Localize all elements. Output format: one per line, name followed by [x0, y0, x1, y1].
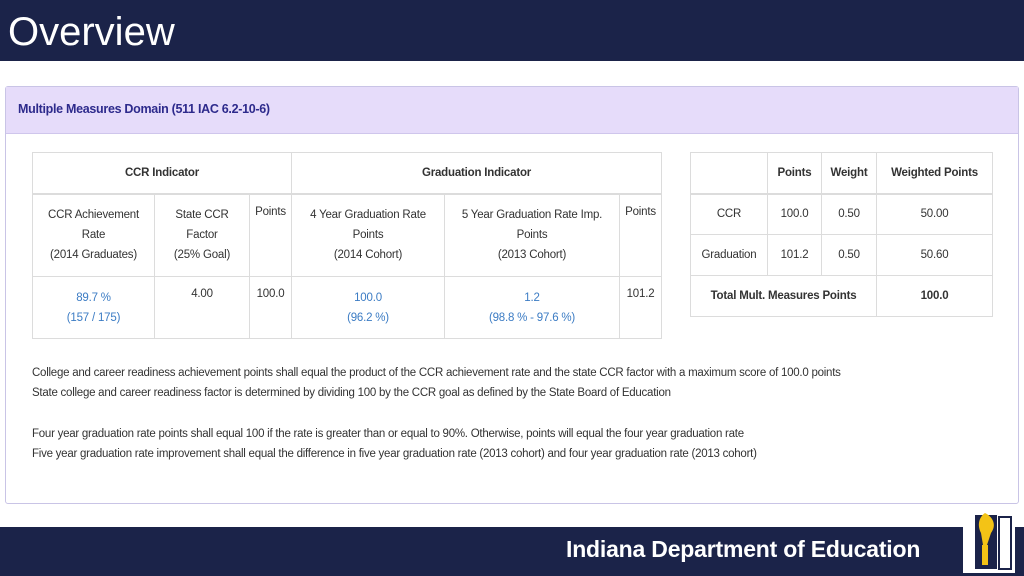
- multiple-measures-panel: Multiple Measures Domain (511 IAC 6.2-10…: [5, 86, 1019, 504]
- table-row: Graduation 101.2 0.50 50.60: [690, 234, 993, 276]
- state-factor-value: 4.00: [154, 276, 250, 339]
- table-row: 89.7 % (157 / 175) 4.00 100.0 100.0 (96.…: [32, 276, 662, 339]
- title-bar: Overview: [0, 0, 1024, 61]
- summary-row-label: Graduation: [690, 234, 768, 276]
- summary-row-weight: 0.50: [821, 234, 877, 276]
- grad4-value[interactable]: 100.0 (96.2 %): [291, 276, 445, 339]
- ccr-rate-header: CCR Achievement Rate (2014 Graduates): [32, 192, 155, 277]
- ccr-indicator-header: CCR Indicator: [32, 152, 292, 194]
- note-line: Four year graduation rate points shall e…: [32, 428, 744, 440]
- summary-header-row: Points Weight Weighted Points: [690, 152, 993, 194]
- summary-row-weight: 0.50: [821, 192, 877, 235]
- summary-row-label: CCR: [690, 192, 768, 235]
- summary-row-points: 101.2: [767, 234, 822, 276]
- graduation-indicator-header: Graduation Indicator: [291, 152, 662, 194]
- ccr-points-header: Points: [249, 192, 292, 277]
- indiana-torch-logo-icon: [963, 511, 1015, 573]
- summary-row-points: 100.0: [767, 192, 822, 235]
- ccr-rate-value[interactable]: 89.7 % (157 / 175): [32, 276, 155, 339]
- state-factor-header: State CCR Factor (25% Goal): [154, 192, 250, 277]
- grad-points-value: 101.2: [619, 276, 662, 339]
- ccr-points-value: 100.0: [249, 276, 292, 339]
- group-header-row: CCR Indicator Graduation Indicator: [32, 152, 662, 194]
- summary-header-blank: [690, 152, 768, 194]
- table-row: CCR 100.0 0.50 50.00: [690, 192, 993, 235]
- column-header-row: CCR Achievement Rate (2014 Graduates) St…: [32, 192, 662, 277]
- grad-points-header: Points: [619, 192, 662, 277]
- summary-row-weighted: 50.60: [876, 234, 993, 276]
- summary-header-points: Points: [767, 152, 822, 194]
- summary-header-weighted: Weighted Points: [876, 152, 993, 194]
- summary-total-row: Total Mult. Measures Points 100.0: [690, 275, 993, 317]
- grad5-value[interactable]: 1.2 (98.8 % - 97.6 %): [444, 276, 620, 339]
- footer-bar: Indiana Department of Education: [0, 527, 1024, 576]
- grad4-header: 4 Year Graduation Rate Points (2014 Coho…: [291, 192, 445, 277]
- note-line: College and career readiness achievement…: [32, 367, 841, 379]
- summary-header-weight: Weight: [821, 152, 877, 194]
- summary-row-weighted: 50.00: [876, 192, 993, 235]
- summary-total-label: Total Mult. Measures Points: [690, 275, 877, 317]
- summary-total-value: 100.0: [876, 275, 993, 317]
- note-line: Five year graduation rate improvement sh…: [32, 448, 757, 460]
- panel-header: Multiple Measures Domain (511 IAC 6.2-10…: [6, 87, 1018, 134]
- indicators-table: CCR Indicator Graduation Indicator CCR A…: [32, 152, 662, 339]
- slide-title: Overview: [8, 10, 175, 54]
- grad5-header: 5 Year Graduation Rate Imp. Points (2013…: [444, 192, 620, 277]
- panel-title: Multiple Measures Domain (511 IAC 6.2-10…: [18, 102, 270, 116]
- note-line: State college and career readiness facto…: [32, 387, 671, 399]
- notes-block: College and career readiness achievement…: [32, 363, 1012, 464]
- summary-table: Points Weight Weighted Points CCR 100.0 …: [690, 152, 993, 317]
- footer-org-name: Indiana Department of Education: [566, 536, 921, 562]
